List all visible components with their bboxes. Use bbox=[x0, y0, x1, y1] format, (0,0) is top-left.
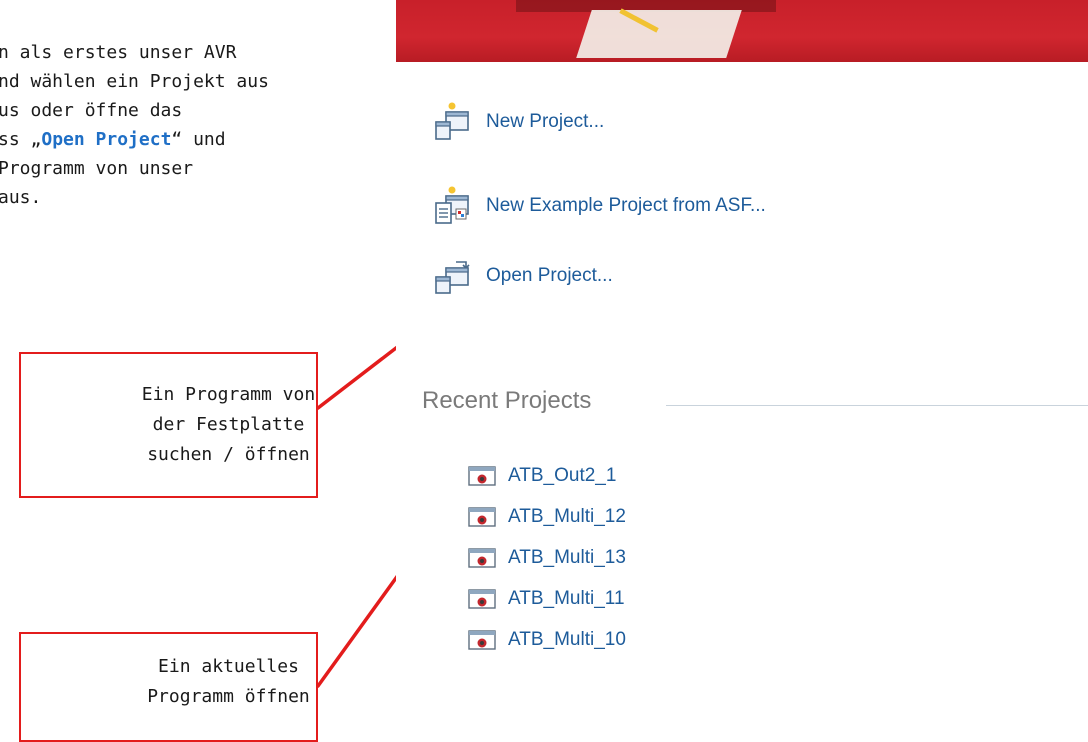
instruction-line-4-suffix: “ und bbox=[171, 129, 226, 150]
callout-open-from-disk-line-1: Ein Programm von bbox=[141, 384, 316, 405]
callout-open-from-disk-line-2: der Festplatte bbox=[152, 414, 305, 435]
instruction-highlight-open-project: Open Project bbox=[41, 129, 172, 150]
recent-project-item[interactable]: ATB_Multi_12 bbox=[468, 496, 626, 537]
project-file-icon bbox=[468, 588, 496, 609]
project-file-icon bbox=[468, 547, 496, 568]
recent-projects-divider bbox=[666, 405, 1088, 406]
header-banner bbox=[396, 0, 1088, 62]
instruction-line-4-prefix: ss „ bbox=[0, 129, 42, 150]
recent-project-item[interactable]: ATB_Multi_11 bbox=[468, 578, 626, 619]
instruction-text: n als erstes unser AVR nd wählen ein Pro… bbox=[0, 38, 358, 212]
open-project-label: Open Project... bbox=[486, 265, 613, 286]
project-file-icon bbox=[468, 629, 496, 650]
new-project-label: New Project... bbox=[486, 111, 605, 132]
callout-open-from-disk: Ein Programm von der Festplatte suchen /… bbox=[19, 352, 318, 498]
instruction-line-6: aus. bbox=[0, 187, 42, 208]
instruction-line-2: nd wählen ein Projekt aus bbox=[0, 71, 269, 92]
instruction-line-4: ss „Open Project“ und bbox=[0, 125, 358, 154]
instruction-line-3: us oder öffne das bbox=[0, 100, 183, 121]
start-page-panel: New Project... New Example Project from … bbox=[396, 62, 1088, 727]
open-project-link[interactable]: Open Project... bbox=[432, 256, 613, 296]
new-project-link[interactable]: New Project... bbox=[432, 102, 604, 142]
recent-project-label: ATB_Multi_11 bbox=[508, 587, 625, 609]
open-project-icon bbox=[432, 256, 472, 296]
instruction-line-5: Programm von unser bbox=[0, 158, 194, 179]
recent-project-label: ATB_Multi_12 bbox=[508, 505, 626, 527]
banner-paper-image bbox=[576, 10, 742, 58]
recent-project-label: ATB_Multi_13 bbox=[508, 546, 626, 568]
recent-project-label: ATB_Out2_1 bbox=[508, 464, 617, 486]
project-file-icon bbox=[468, 506, 496, 527]
callout-open-recent-line-2: Programm öffnen bbox=[147, 686, 310, 707]
project-file-icon bbox=[468, 465, 496, 486]
callout-open-recent-line-1: Ein aktuelles bbox=[158, 656, 299, 677]
new-project-icon bbox=[432, 102, 472, 142]
recent-projects-heading: Recent Projects bbox=[422, 387, 592, 414]
recent-project-item[interactable]: ATB_Multi_10 bbox=[468, 619, 626, 660]
recent-project-item[interactable]: ATB_Multi_13 bbox=[468, 537, 626, 578]
recent-project-label: ATB_Multi_10 bbox=[508, 628, 626, 650]
instruction-line-1: n als erstes unser AVR bbox=[0, 42, 237, 63]
recent-projects-list: ATB_Out2_1 ATB_Multi_12 ATB_Multi_13 ATB… bbox=[468, 455, 626, 660]
callout-open-recent: Ein aktuelles Programm öffnen bbox=[19, 632, 318, 742]
callout-open-from-disk-line-3: suchen / öffnen bbox=[147, 444, 310, 465]
new-example-project-link[interactable]: New Example Project from ASF... bbox=[432, 186, 766, 226]
new-example-project-label: New Example Project from ASF... bbox=[486, 195, 766, 216]
new-example-project-icon bbox=[432, 186, 472, 226]
recent-project-item[interactable]: ATB_Out2_1 bbox=[468, 455, 626, 496]
